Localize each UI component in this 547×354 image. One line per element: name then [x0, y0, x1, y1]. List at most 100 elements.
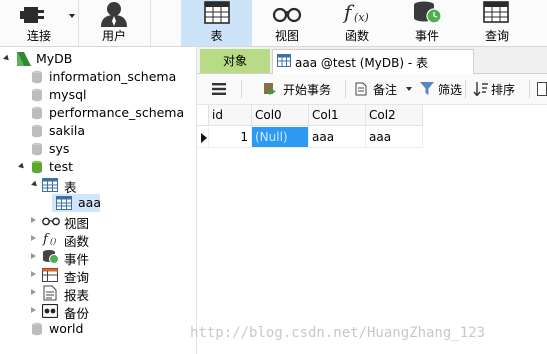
- database-name: performance_schema: [49, 105, 185, 120]
- database-icon: [32, 88, 42, 102]
- svg-text:(x): (x): [354, 11, 369, 24]
- expand-caret-icon[interactable]: [31, 307, 36, 313]
- query-button[interactable]: 查询: [464, 0, 530, 46]
- database-name: sakila: [49, 123, 86, 138]
- tree-db-sys[interactable]: sys: [0, 140, 196, 158]
- event-label: 事件: [414, 29, 439, 43]
- table-button[interactable]: 表: [181, 0, 252, 46]
- toolbar-divider: [529, 80, 530, 98]
- tab-bar: 对象 aaa @test (MyDB) - 表: [197, 47, 547, 74]
- transaction-icon: [264, 83, 276, 95]
- memo-label: 备注: [373, 83, 398, 97]
- expand-caret-icon[interactable]: [31, 253, 36, 259]
- expand-caret-icon[interactable]: [18, 162, 26, 171]
- event-button[interactable]: 事件: [394, 0, 460, 46]
- chevron-down-icon[interactable]: [406, 87, 412, 91]
- view-button[interactable]: 视图: [254, 0, 320, 46]
- column-header-id[interactable]: id: [209, 105, 252, 126]
- mysql-connection-icon: [17, 52, 31, 66]
- tab-objects[interactable]: 对象: [200, 49, 270, 73]
- column-header-col1[interactable]: Col1: [309, 105, 366, 126]
- table-cell-col1[interactable]: aaa: [309, 127, 366, 148]
- tree-db-world[interactable]: world: [0, 320, 196, 338]
- toolbar-divider: [78, 0, 79, 46]
- toolbar-divider: [150, 0, 151, 46]
- database-name: test: [49, 159, 74, 174]
- table-name: aaa: [78, 195, 101, 210]
- tree-views-folder[interactable]: 视图: [0, 212, 196, 231]
- tree-db-test[interactable]: test: [0, 158, 196, 176]
- import-icon[interactable]: [537, 82, 547, 96]
- database-name: mysql: [49, 87, 87, 102]
- table-icon: [56, 196, 72, 210]
- tree-db-information-schema[interactable]: information_schema: [0, 68, 196, 86]
- database-name: world: [49, 321, 84, 336]
- glasses-icon: [42, 217, 60, 226]
- database-icon: [32, 124, 42, 138]
- watermark: http://blog.csdn.net/HuangZhang_123: [190, 325, 486, 341]
- tree-db-mysql[interactable]: mysql: [0, 86, 196, 104]
- table-icon: [277, 54, 291, 67]
- table-cell-col2[interactable]: aaa: [366, 127, 423, 148]
- toolbar-divider: [465, 80, 466, 98]
- tree-functions-folder[interactable]: f () 函数: [0, 230, 196, 249]
- expand-caret-icon[interactable]: [31, 217, 36, 223]
- table-cell-id[interactable]: 1: [209, 127, 252, 148]
- connect-button[interactable]: 连接: [0, 0, 78, 46]
- filter-icon: [420, 82, 434, 95]
- expand-caret-icon[interactable]: [3, 54, 11, 63]
- current-row-arrow-icon: [201, 133, 207, 143]
- database-icon: [32, 70, 42, 84]
- svg-text:f: f: [42, 232, 50, 246]
- row-indicator[interactable]: [197, 127, 209, 148]
- chevron-down-icon[interactable]: [69, 14, 75, 18]
- query-label: 查询: [484, 29, 509, 43]
- tree-backups-folder[interactable]: 备份: [0, 302, 196, 321]
- table-icon: [203, 1, 230, 24]
- expand-caret-icon[interactable]: [31, 271, 36, 277]
- tree-reports-folder[interactable]: 报表: [0, 284, 196, 303]
- tab-table-aaa[interactable]: aaa @test (MyDB) - 表: [272, 49, 474, 74]
- begin-transaction-label: 开始事务: [283, 83, 332, 97]
- expand-caret-icon[interactable]: [31, 289, 36, 295]
- tree-events-folder[interactable]: 事件: [0, 248, 196, 267]
- menu-icon[interactable]: [212, 83, 226, 95]
- function-icon: f (): [42, 232, 56, 246]
- row-header-corner: [197, 105, 209, 126]
- expand-caret-icon[interactable]: [31, 235, 36, 241]
- query-icon: [483, 1, 509, 23]
- backup-icon: [42, 304, 58, 318]
- tree-db-performance-schema[interactable]: performance_schema: [0, 104, 196, 122]
- column-header-col0[interactable]: Col0: [252, 105, 309, 126]
- tree-tables-folder[interactable]: 表: [0, 176, 196, 195]
- navigation-tree: MyDB information_schema mysql performanc…: [0, 47, 197, 354]
- data-toolbar: 开始事务 备注 筛选 排序: [197, 74, 547, 105]
- toolbar-divider: [241, 80, 242, 98]
- data-grid: id Col0 Col1 Col2 1 (Null) aaa aaa: [197, 105, 547, 354]
- function-button[interactable]: f (x) 函数: [324, 0, 390, 46]
- filter-label: 筛选: [438, 83, 463, 97]
- expand-caret-icon[interactable]: [31, 180, 39, 189]
- column-header-col2[interactable]: Col2: [366, 105, 423, 126]
- tree-table-aaa[interactable]: aaa: [0, 194, 196, 212]
- table-label: 表: [210, 29, 223, 43]
- query-icon: [42, 268, 58, 282]
- database-name: information_schema: [49, 69, 177, 84]
- tree-connection-mydb[interactable]: MyDB: [0, 50, 196, 68]
- database-icon: [32, 322, 42, 336]
- database-name: sys: [49, 141, 70, 156]
- tree-db-sakila[interactable]: sakila: [0, 122, 196, 140]
- clock-event-icon: [414, 1, 442, 24]
- memo-icon: [355, 82, 367, 96]
- sort-label: 排序: [491, 83, 516, 97]
- toolbar-divider: [345, 80, 346, 98]
- main-toolbar: 连接 用户 表 视图 f (x) 函数 事件 查询: [0, 0, 547, 47]
- user-button[interactable]: 用户: [82, 0, 146, 46]
- database-open-icon: [32, 160, 42, 174]
- function-icon: f (x): [342, 0, 369, 24]
- clock-event-icon: [43, 250, 59, 264]
- svg-text:(): (): [50, 237, 56, 246]
- user-label: 用户: [101, 29, 126, 43]
- table-cell-col0[interactable]: (Null): [252, 127, 309, 148]
- tree-queries-folder[interactable]: 查询: [0, 266, 196, 285]
